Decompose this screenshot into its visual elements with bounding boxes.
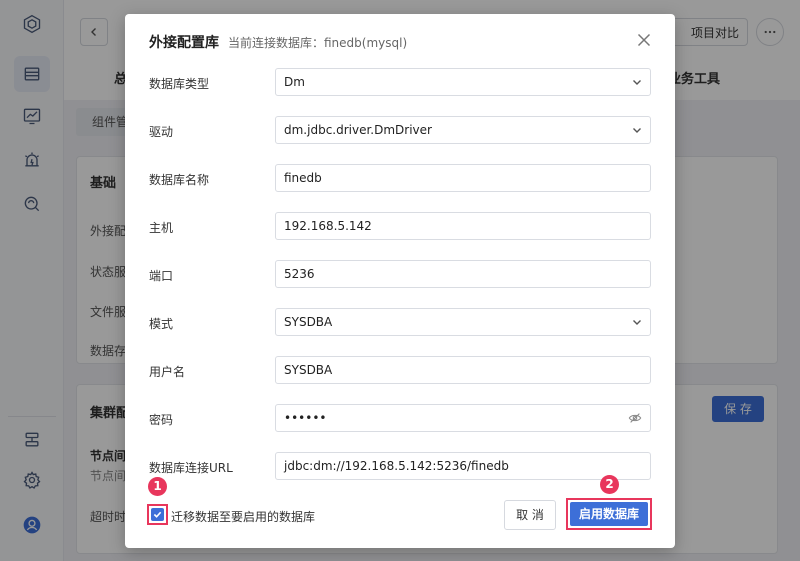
- schema-select[interactable]: SYSDBA: [275, 308, 651, 336]
- host-label: 主机: [149, 221, 174, 235]
- migrate-checkbox[interactable]: [151, 508, 164, 521]
- password-label: 密码: [149, 413, 174, 427]
- cancel-button[interactable]: 取 消: [504, 500, 556, 530]
- schema-label: 模式: [149, 317, 174, 331]
- chevron-down-icon: [633, 80, 641, 85]
- enable-button-highlight: 启用数据库: [566, 498, 652, 530]
- db-type-select[interactable]: Dm: [275, 68, 651, 96]
- migrate-label[interactable]: 迁移数据至要启用的数据库: [171, 508, 315, 525]
- password-value: ••••••: [284, 411, 327, 425]
- enable-database-button[interactable]: 启用数据库: [570, 502, 648, 526]
- port-value: 5236: [284, 267, 315, 281]
- checkmark-icon: [153, 511, 162, 518]
- jdbc-url-label: 数据库连接URL: [149, 461, 233, 475]
- driver-value: dm.jdbc.driver.DmDriver: [284, 123, 432, 137]
- driver-label: 驱动: [149, 125, 174, 139]
- password-input[interactable]: ••••••: [275, 404, 651, 432]
- dialog-subtitle: 当前连接数据库：finedb(mysql): [228, 36, 408, 50]
- schema-value: SYSDBA: [284, 315, 333, 329]
- close-button[interactable]: [635, 31, 653, 49]
- db-type-label: 数据库类型: [149, 77, 210, 91]
- close-icon: [637, 33, 651, 47]
- migrate-checkbox-highlight: [147, 504, 168, 525]
- username-value: SYSDBA: [284, 363, 333, 377]
- chevron-down-icon: [633, 320, 641, 325]
- db-name-input[interactable]: finedb: [275, 164, 651, 192]
- eye-hidden-icon[interactable]: [628, 411, 642, 425]
- chevron-down-icon: [633, 128, 641, 133]
- jdbc-url-input[interactable]: jdbc:dm://192.168.5.142:5236/finedb: [275, 452, 651, 480]
- db-name-label: 数据库名称: [149, 173, 210, 187]
- username-input[interactable]: SYSDBA: [275, 356, 651, 384]
- dialog-title: 外接配置库: [149, 35, 219, 51]
- host-input[interactable]: 192.168.5.142: [275, 212, 651, 240]
- port-label: 端口: [149, 269, 174, 283]
- external-config-dialog: 外接配置库 当前连接数据库：finedb(mysql) 数据库类型 Dm 驱动 …: [125, 14, 675, 548]
- host-value: 192.168.5.142: [284, 219, 372, 233]
- step-badge-1: 1: [148, 477, 167, 496]
- port-input[interactable]: 5236: [275, 260, 651, 288]
- db-name-value: finedb: [284, 171, 322, 185]
- username-label: 用户名: [149, 365, 186, 379]
- driver-select[interactable]: dm.jdbc.driver.DmDriver: [275, 116, 651, 144]
- db-type-value: Dm: [284, 75, 305, 89]
- step-badge-2: 2: [600, 475, 619, 494]
- jdbc-url-value: jdbc:dm://192.168.5.142:5236/finedb: [284, 459, 509, 473]
